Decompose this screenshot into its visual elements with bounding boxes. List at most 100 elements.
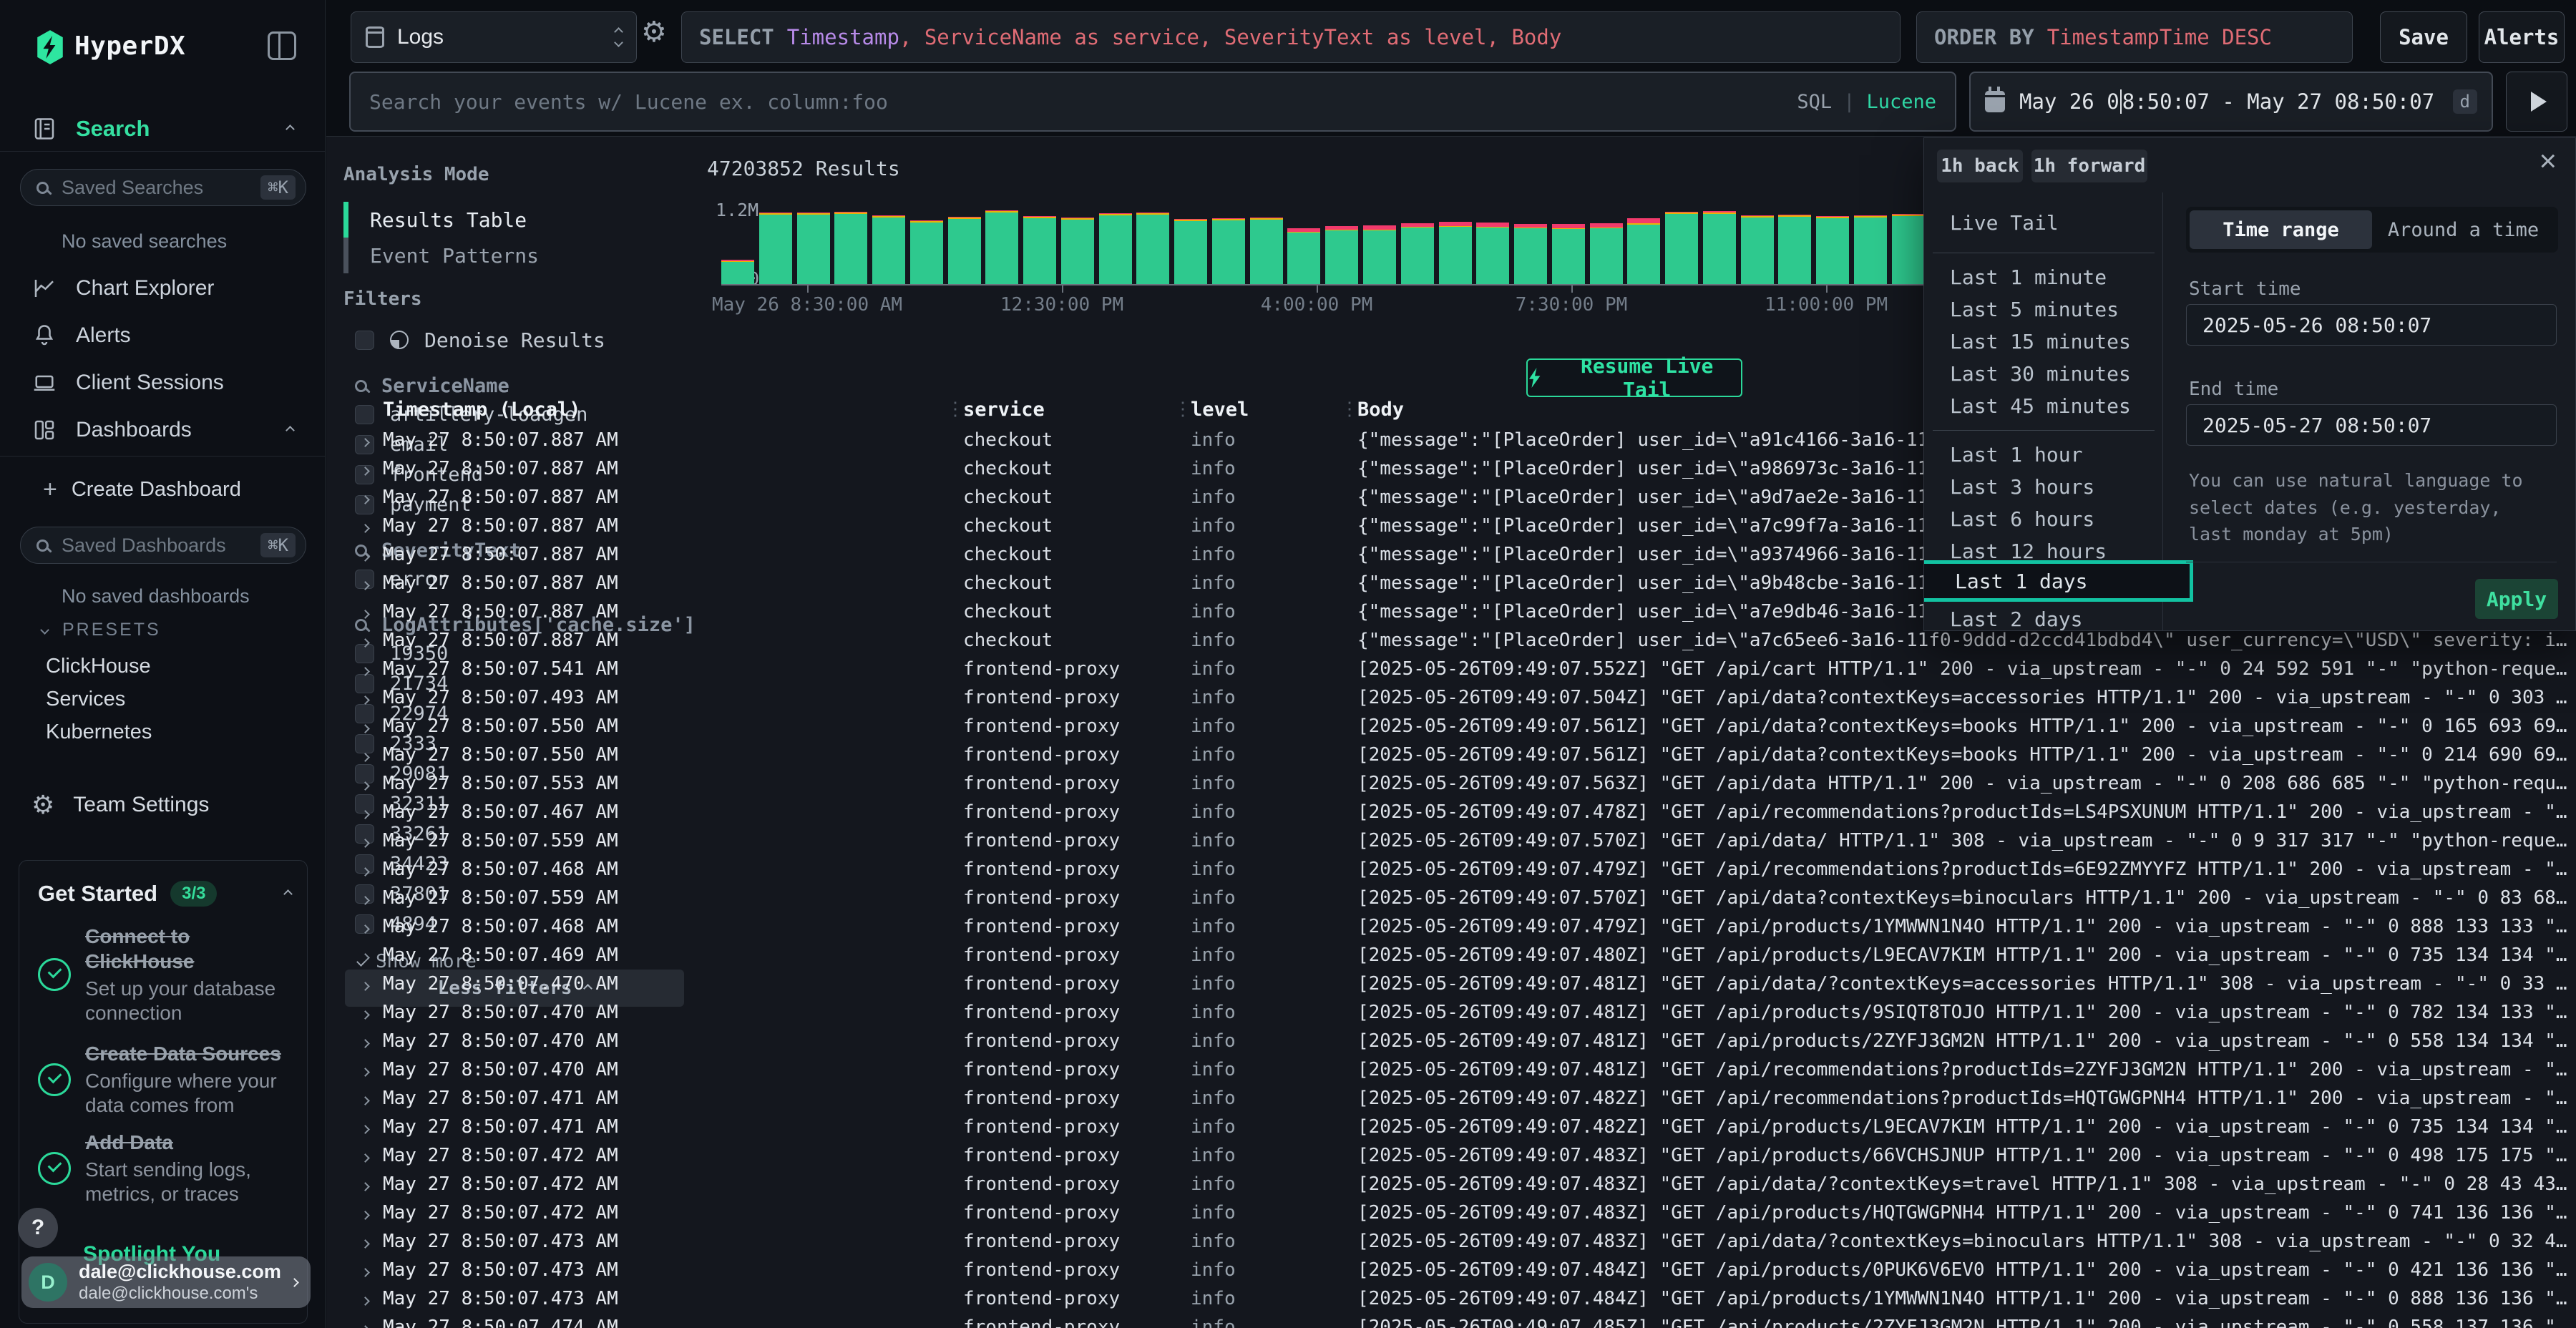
create-dashboard-button[interactable]: + Create Dashboard [0,471,325,508]
table-row[interactable]: May 27 8:50:07.470 AMfrontend-proxyinfo[… [326,970,2576,998]
help-button[interactable]: ? [18,1208,58,1248]
table-row[interactable]: May 27 8:50:07.470 AMfrontend-proxyinfo[… [326,1055,2576,1084]
get-started-step[interactable]: Add DataStart sending logs, metrics, or … [38,1130,296,1206]
time-back-button[interactable]: 1h back [1937,150,2023,182]
start-time-input[interactable]: 2025-05-26 08:50:07 [2186,304,2557,346]
presets-toggle[interactable]: PRESETS [42,620,161,640]
histogram-bar[interactable] [1212,218,1245,284]
end-time-input[interactable]: 2025-05-27 08:50:07 [2186,404,2557,446]
histogram-bar[interactable] [1363,225,1396,284]
histogram-bar[interactable] [1552,224,1585,284]
row-expand-icon[interactable] [362,1313,369,1328]
histogram-bar[interactable] [1325,226,1358,285]
checkbox[interactable] [355,331,374,350]
histogram-bar[interactable] [721,260,754,284]
quick-range-hours-1[interactable]: Last 1 hour [1950,439,2082,470]
histogram-bar[interactable] [1174,219,1207,284]
saved-dashboards-input[interactable]: Saved Dashboards ⌘K [20,527,306,564]
column-resize-handle[interactable]: ⋮ [1340,399,1359,420]
row-expand-icon[interactable] [362,741,369,769]
sidebar-preset-kubernetes[interactable]: Kubernetes [46,716,152,748]
table-row[interactable]: May 27 8:50:07.493 AMfrontend-proxyinfo[… [326,683,2576,712]
row-expand-icon[interactable] [362,426,369,454]
checkbox[interactable] [355,405,374,424]
row-expand-icon[interactable] [362,683,369,712]
save-button[interactable]: Save [2380,11,2467,63]
row-expand-icon[interactable] [362,1084,369,1113]
col-header-level[interactable]: level [1191,399,1249,424]
language-toggle-sql[interactable]: SQL [1797,91,1832,113]
date-range-picker[interactable]: May 26 08:50:07 - May 27 08:50:07 d [1969,72,2493,132]
table-row[interactable]: May 27 8:50:07.471 AMfrontend-proxyinfo[… [326,1113,2576,1141]
histogram-bar[interactable] [1590,223,1623,284]
histogram-bar[interactable] [797,213,830,284]
source-select[interactable]: Logs [351,11,637,63]
table-row[interactable]: May 27 8:50:07.550 AMfrontend-proxyinfo[… [326,741,2576,769]
table-row[interactable]: May 27 8:50:07.470 AMfrontend-proxyinfo[… [326,1027,2576,1055]
histogram-bar[interactable] [1816,216,1849,284]
row-expand-icon[interactable] [362,597,369,626]
row-expand-icon[interactable] [362,884,369,912]
row-expand-icon[interactable] [362,540,369,569]
sidebar-item-team-settings[interactable]: ⚙ Team Settings [0,784,325,826]
histogram-bar[interactable] [948,217,981,284]
row-expand-icon[interactable] [362,483,369,512]
histogram-bar[interactable] [1401,223,1434,284]
sidebar-preset-services[interactable]: Services [46,683,125,716]
histogram-bar[interactable] [1099,213,1132,284]
select-query-editor[interactable]: SELECT Timestamp, ServiceName as service… [681,11,1901,63]
table-row[interactable]: May 27 8:50:07.559 AMfrontend-proxyinfo[… [326,826,2576,855]
histogram-bar[interactable] [1023,216,1056,284]
table-row[interactable]: May 27 8:50:07.473 AMfrontend-proxyinfo[… [326,1227,2576,1256]
histogram-bar[interactable] [1741,215,1774,284]
get-started-step[interactable]: Create Data SourcesConfigure where your … [38,1041,296,1118]
analysis-mode-event-patterns[interactable]: Event Patterns [343,238,658,273]
saved-searches-input[interactable]: Saved Searches ⌘K [20,169,306,206]
histogram-bar[interactable] [1514,224,1547,284]
quick-range-hours-3[interactable]: Last 6 hours [1950,503,2094,534]
table-row[interactable]: May 27 8:50:07.473 AMfrontend-proxyinfo[… [326,1284,2576,1313]
row-expand-icon[interactable] [362,1141,369,1170]
row-expand-icon[interactable] [362,826,369,855]
row-expand-icon[interactable] [362,1113,369,1141]
quick-range-hours-2[interactable]: Last 3 hours [1950,471,2094,502]
table-row[interactable]: May 27 8:50:07.541 AMfrontend-proxyinfo[… [326,655,2576,683]
close-icon[interactable]: × [2539,144,2557,178]
table-row[interactable]: May 27 8:50:07.468 AMfrontend-proxyinfo[… [326,912,2576,941]
table-row[interactable]: May 27 8:50:07.472 AMfrontend-proxyinfo[… [326,1198,2576,1227]
histogram-bar[interactable] [1250,218,1283,284]
chevron-up-icon[interactable] [283,889,293,899]
column-resize-handle[interactable]: ⋮ [946,399,965,420]
row-expand-icon[interactable] [362,855,369,884]
resume-live-tail-button[interactable]: Resume Live Tail [1526,358,1742,397]
histogram-bar[interactable] [985,210,1018,284]
row-expand-icon[interactable] [362,626,369,655]
table-row[interactable]: May 27 8:50:07.470 AMfrontend-proxyinfo[… [326,998,2576,1027]
event-search-bar[interactable]: SQL | Lucene [349,72,1956,132]
table-row[interactable]: May 27 8:50:07.471 AMfrontend-proxyinfo[… [326,1084,2576,1113]
row-expand-icon[interactable] [362,1227,369,1256]
row-expand-icon[interactable] [362,912,369,941]
apply-button[interactable]: Apply [2475,579,2558,619]
sidebar-item-client-sessions[interactable]: Client Sessions [0,359,325,406]
row-expand-icon[interactable] [362,998,369,1027]
denoise-results-filter[interactable]: Denoise Results [355,327,605,353]
row-expand-icon[interactable] [362,941,369,970]
histogram-bar[interactable] [1476,223,1509,284]
column-resize-handle[interactable]: ⋮ [1174,399,1192,420]
col-header-body[interactable]: Body [1357,399,1404,424]
get-started-step[interactable]: Connect to ClickHouseSet up your databas… [38,924,296,1025]
tab-time-range[interactable]: Time range [2190,210,2372,249]
histogram-bar[interactable] [1703,211,1736,284]
table-row[interactable]: May 27 8:50:07.473 AMfrontend-proxyinfo[… [326,1256,2576,1284]
sidebar-collapse-icon[interactable] [268,31,296,60]
histogram-bar[interactable] [759,213,792,284]
run-query-button[interactable] [2506,72,2567,132]
analysis-mode-results-table[interactable]: Results Table [343,202,658,238]
table-row[interactable]: May 27 8:50:07.467 AMfrontend-proxyinfo[… [326,798,2576,826]
table-row[interactable]: May 27 8:50:07.550 AMfrontend-proxyinfo[… [326,712,2576,741]
quick-range-4[interactable]: Last 30 minutes [1950,358,2131,389]
tab-around-a-time[interactable]: Around a time [2372,210,2555,249]
table-row[interactable]: May 27 8:50:07.468 AMfrontend-proxyinfo[… [326,855,2576,884]
order-by-editor[interactable]: ORDER BY TimestampTime DESC [1916,11,2353,63]
